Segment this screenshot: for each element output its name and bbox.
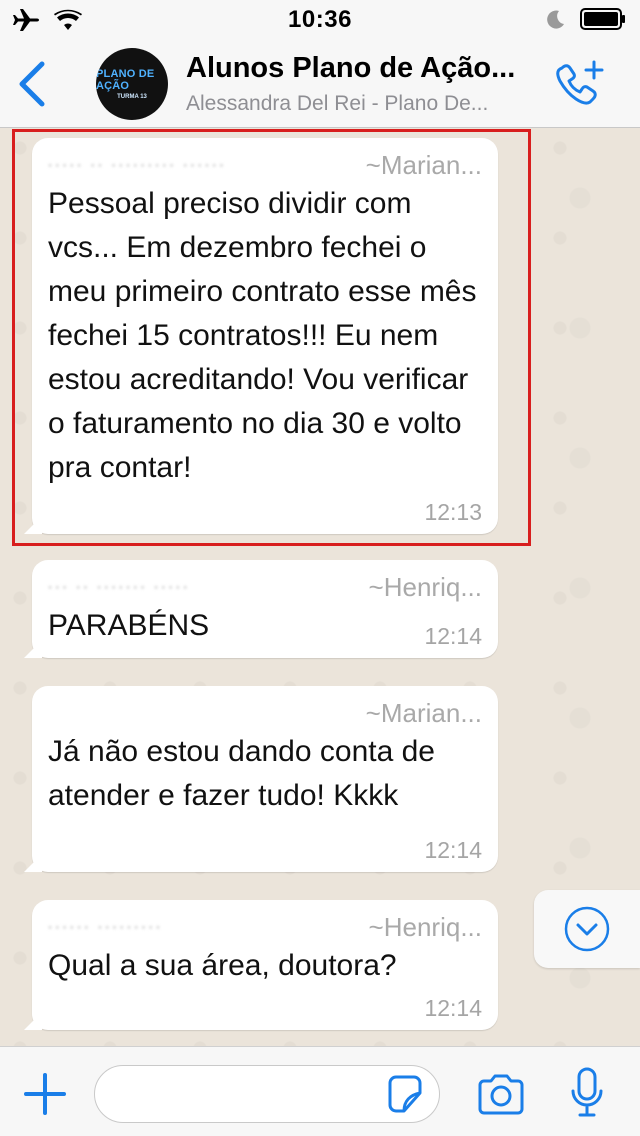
chat-header: PLANO DE AÇÃO TURMA 13 Alunos Plano de A…	[0, 40, 640, 128]
group-avatar[interactable]: PLANO DE AÇÃO TURMA 13	[96, 48, 168, 120]
message-text: PARABÉNS	[48, 609, 210, 642]
message-text: Já não estou dando conta de atender e fa…	[48, 735, 435, 812]
avatar-subtext: TURMA 13	[117, 94, 147, 100]
sender-phone-redacted: ▪▪▪▪▪▪ ▪▪▪▪▪▪▪▪▪	[48, 920, 164, 934]
add-call-button[interactable]	[554, 58, 606, 110]
plus-icon	[24, 1073, 66, 1115]
battery-icon	[580, 8, 626, 35]
sticker-icon	[388, 1075, 422, 1113]
chevron-down-circle-icon	[564, 906, 610, 952]
message-time: 12:14	[424, 995, 482, 1021]
sticker-button[interactable]	[384, 1073, 426, 1115]
clock: 10:36	[288, 6, 352, 33]
sender-phone-redacted: ▪▪▪▪▪ ▪▪ ▪▪▪▪▪▪▪▪▪ ▪▪▪▪▪▪	[48, 158, 227, 172]
moon-icon	[546, 9, 566, 34]
message-bubble[interactable]: ▪▪▪ ▪▪ ▪▪▪▪▪▪▪ ▪▪▪▪▪ ~Henriq... PARABÉNS…	[32, 560, 498, 658]
camera-icon	[478, 1074, 524, 1115]
chevron-left-icon	[19, 61, 45, 107]
sender-name: ~Marian...	[365, 698, 482, 728]
message-time: 12:14	[424, 623, 482, 649]
microphone-button[interactable]	[570, 1067, 604, 1119]
back-button[interactable]	[14, 60, 50, 108]
message-bubble[interactable]: ▪▪▪▪▪ ▪▪ ▪▪▪▪▪▪▪▪▪ ▪▪▪▪▪▪ ~Marian... Pes…	[32, 138, 498, 534]
sender-name: ~Marian...	[365, 150, 482, 180]
microphone-icon	[571, 1067, 603, 1117]
attach-button[interactable]	[22, 1071, 68, 1117]
message-time: 12:13	[424, 499, 482, 525]
chat-title[interactable]: Alunos Plano de Ação...	[186, 52, 546, 85]
message-text: Pessoal preciso dividir com vcs... Em de…	[48, 187, 477, 484]
chat-area[interactable]: ▪▪▪▪▪ ▪▪ ▪▪▪▪▪▪▪▪▪ ▪▪▪▪▪▪ ~Marian... Pes…	[0, 128, 640, 1046]
scroll-to-bottom-button[interactable]	[534, 890, 640, 968]
message-bubble[interactable]: ~Marian... Já não estou dando conta de a…	[32, 686, 498, 872]
message-text: Qual a sua área, doutora?	[48, 949, 397, 982]
avatar-text: PLANO DE AÇÃO	[96, 68, 155, 92]
status-bar: 10:36	[0, 0, 640, 40]
sender-name: ~Henriq...	[368, 572, 482, 602]
message-time: 12:14	[424, 837, 482, 863]
camera-button[interactable]	[476, 1073, 526, 1115]
composer-bar	[0, 1046, 640, 1136]
sender-phone-redacted: ▪▪▪ ▪▪ ▪▪▪▪▪▪▪ ▪▪▪▪▪	[48, 580, 191, 594]
sender-name: ~Henriq...	[368, 912, 482, 942]
phone-plus-icon	[556, 60, 604, 105]
message-bubble[interactable]: ▪▪▪▪▪▪ ▪▪▪▪▪▪▪▪▪ ~Henriq... Qual a sua á…	[32, 900, 498, 1030]
chat-subtitle[interactable]: Alessandra Del Rei - Plano De...	[186, 92, 546, 116]
